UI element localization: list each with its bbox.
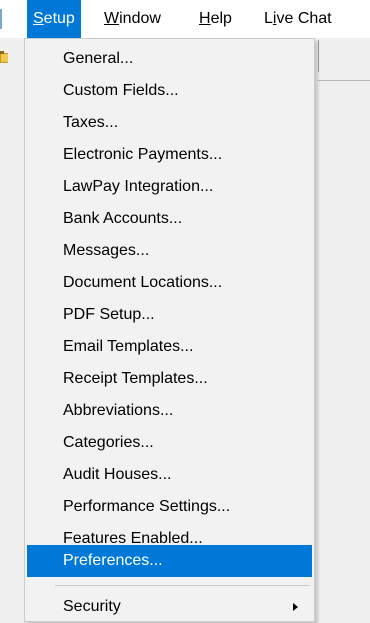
menu-item-receipt-templates[interactable]: Receipt Templates... <box>27 363 312 395</box>
menu-item-abbreviations[interactable]: Abbreviations... <box>27 395 312 427</box>
menu-item-custom-fields[interactable]: Custom Fields... <box>27 75 312 107</box>
menu-bar: Setup Window Help Live Chat <box>0 0 370 38</box>
menu-help-accelerator: H <box>199 10 211 27</box>
menu-item-pdf-setup[interactable]: PDF Setup... <box>27 299 312 331</box>
menu-item-lawpay-integration[interactable]: LawPay Integration... <box>27 171 312 203</box>
menu-item-security[interactable]: Security <box>27 591 312 623</box>
menu-item-security-label: Security <box>63 598 121 615</box>
menu-item-preferences[interactable]: Preferences... <box>27 545 312 577</box>
folder-icon[interactable] <box>0 51 10 65</box>
menu-item-electronic-payments[interactable]: Electronic Payments... <box>27 139 312 171</box>
menu-setup-label: etup <box>43 10 75 27</box>
menu-item-categories[interactable]: Categories... <box>27 427 312 459</box>
menu-item-audit-houses[interactable]: Audit Houses... <box>27 459 312 491</box>
menu-live-chat-label-start: L <box>264 10 273 27</box>
menu-window[interactable]: Window <box>98 0 167 38</box>
setup-dropdown-menu: General... Custom Fields... Taxes... Ele… <box>24 38 315 622</box>
menu-help-label: elp <box>210 10 232 27</box>
menu-window-accelerator: W <box>104 10 120 27</box>
menu-window-label: indow <box>119 10 161 27</box>
menu-item-taxes[interactable]: Taxes... <box>27 107 312 139</box>
menu-item-email-templates[interactable]: Email Templates... <box>27 331 312 363</box>
menubar-edge <box>0 9 2 29</box>
toolbar-separator <box>318 40 319 72</box>
menu-item-bank-accounts[interactable]: Bank Accounts... <box>27 203 312 235</box>
menu-item-messages[interactable]: Messages... <box>27 235 312 267</box>
submenu-arrow-icon <box>293 603 298 611</box>
menu-separator <box>55 585 310 586</box>
menu-item-document-locations[interactable]: Document Locations... <box>27 267 312 299</box>
menu-setup[interactable]: Setup <box>27 0 81 38</box>
menu-item-general[interactable]: General... <box>27 43 312 75</box>
toolbar-divider-line <box>318 80 370 81</box>
menu-live-chat-label: ve Chat <box>276 10 332 27</box>
menu-help[interactable]: Help <box>193 0 238 38</box>
menu-live-chat[interactable]: Live Chat <box>258 0 338 38</box>
menu-setup-accelerator: S <box>33 10 44 27</box>
menu-item-performance-settings[interactable]: Performance Settings... <box>27 491 312 523</box>
